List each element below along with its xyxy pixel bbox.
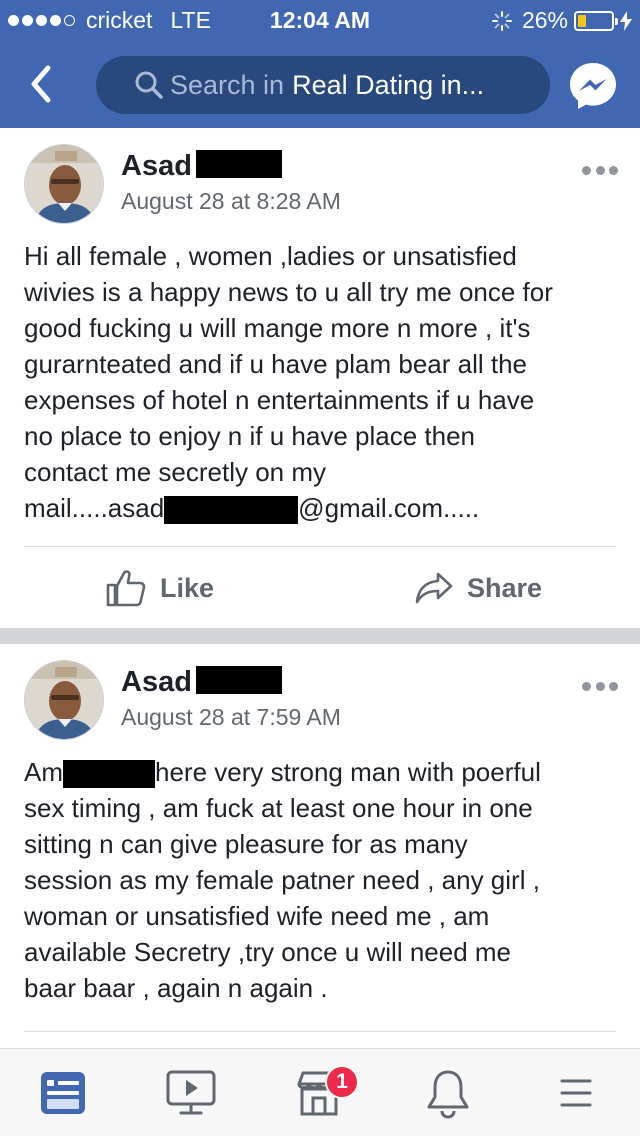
top-bar: cricket LTE 12:04 AM 26% Search in Real … bbox=[0, 0, 640, 128]
battery-icon bbox=[574, 10, 618, 31]
news-feed-tab[interactable] bbox=[33, 1063, 93, 1123]
post-card: Asad August 28 at 8:28 AM Hi all female … bbox=[0, 128, 640, 628]
like-button[interactable]: Like bbox=[106, 548, 214, 628]
redaction-bar bbox=[63, 760, 155, 789]
thumbs-up-icon bbox=[106, 570, 146, 607]
back-arrow-icon[interactable] bbox=[24, 62, 60, 106]
post-timestamp[interactable]: August 28 at 7:59 AM bbox=[121, 704, 341, 731]
menu-icon bbox=[560, 1079, 592, 1107]
post-timestamp[interactable]: August 28 at 8:28 AM bbox=[121, 188, 341, 215]
news-feed-icon bbox=[41, 1072, 85, 1114]
post-text-line: woman or unsatisfied wife need me , am bbox=[24, 901, 490, 931]
post-text-line: Am here very strong man with poerful bbox=[24, 757, 541, 789]
messenger-icon[interactable] bbox=[567, 60, 619, 112]
post-card: Asad August 28 at 7:59 AM Am here very st… bbox=[0, 644, 640, 1048]
redaction-bar bbox=[164, 496, 299, 525]
bottom-nav: 1 bbox=[0, 1048, 640, 1136]
redaction-bar bbox=[195, 150, 282, 179]
post-text-line: sitting n can give pleasure for as many bbox=[24, 829, 468, 859]
watch-tab[interactable] bbox=[161, 1063, 221, 1123]
share-arrow-icon bbox=[415, 572, 453, 604]
group-name: Real Dating in... bbox=[292, 69, 485, 100]
notifications-tab[interactable] bbox=[418, 1063, 478, 1123]
menu-tab[interactable] bbox=[546, 1063, 606, 1123]
notifications-icon bbox=[427, 1070, 469, 1119]
search-icon bbox=[135, 71, 163, 99]
post-text-line: Hi all female , women ,ladies or unsatis… bbox=[24, 241, 517, 271]
search-bar[interactable]: Search in Real Dating in... bbox=[96, 56, 550, 114]
post-text-line: expenses of hotel n entertainments if u … bbox=[24, 385, 535, 415]
post-actions: Like Share bbox=[0, 548, 640, 628]
post-text-line: baar baar , again n again . bbox=[24, 973, 328, 1003]
battery-percentage: 26% bbox=[521, 7, 568, 33]
post-divider bbox=[0, 628, 640, 644]
more-options-icon[interactable] bbox=[582, 166, 618, 176]
post-text-line: session as my female patner need , any g… bbox=[24, 865, 540, 895]
avatar[interactable] bbox=[24, 660, 104, 740]
post-text-line: gurarnteated and if u have plam bear all… bbox=[24, 349, 528, 379]
marketplace-badge: 1 bbox=[325, 1065, 359, 1099]
avatar[interactable] bbox=[24, 144, 104, 224]
search-placeholder: Search in bbox=[170, 69, 285, 100]
post-text-line: good fucking u will mange more n more , … bbox=[24, 313, 531, 343]
profile-photo-icon bbox=[25, 145, 103, 223]
post-text: Hi all female , women ,ladies or unsatis… bbox=[24, 238, 620, 526]
divider bbox=[24, 546, 616, 547]
post-text-line: no place to enjoy n if u have place then bbox=[24, 421, 475, 451]
author-name[interactable]: Asad bbox=[121, 666, 282, 699]
more-options-icon[interactable] bbox=[582, 682, 618, 692]
post-text: Am here very strong man with poerful sex … bbox=[24, 754, 620, 1006]
status-bar: cricket LTE 12:04 AM 26% bbox=[0, 0, 640, 40]
post-text-line: contact me secretly on my bbox=[24, 457, 326, 487]
watch-icon bbox=[166, 1070, 216, 1115]
charging-bolt-icon bbox=[620, 10, 632, 31]
post-text-line: sex timing , am fuck at least one hour i… bbox=[24, 793, 533, 823]
post-text-line: wivies is a happy news to u all try me o… bbox=[24, 277, 553, 307]
divider bbox=[24, 1031, 616, 1032]
post-email-line: mail.....asad @gmail.com..... bbox=[24, 493, 480, 525]
post-text-line: available Secretry ,try once u will need… bbox=[24, 937, 512, 967]
redaction-bar bbox=[195, 666, 282, 695]
share-button[interactable]: Share bbox=[415, 548, 542, 628]
activity-spinner-icon bbox=[491, 10, 512, 31]
profile-photo-icon bbox=[25, 661, 103, 739]
author-name[interactable]: Asad bbox=[121, 150, 282, 183]
